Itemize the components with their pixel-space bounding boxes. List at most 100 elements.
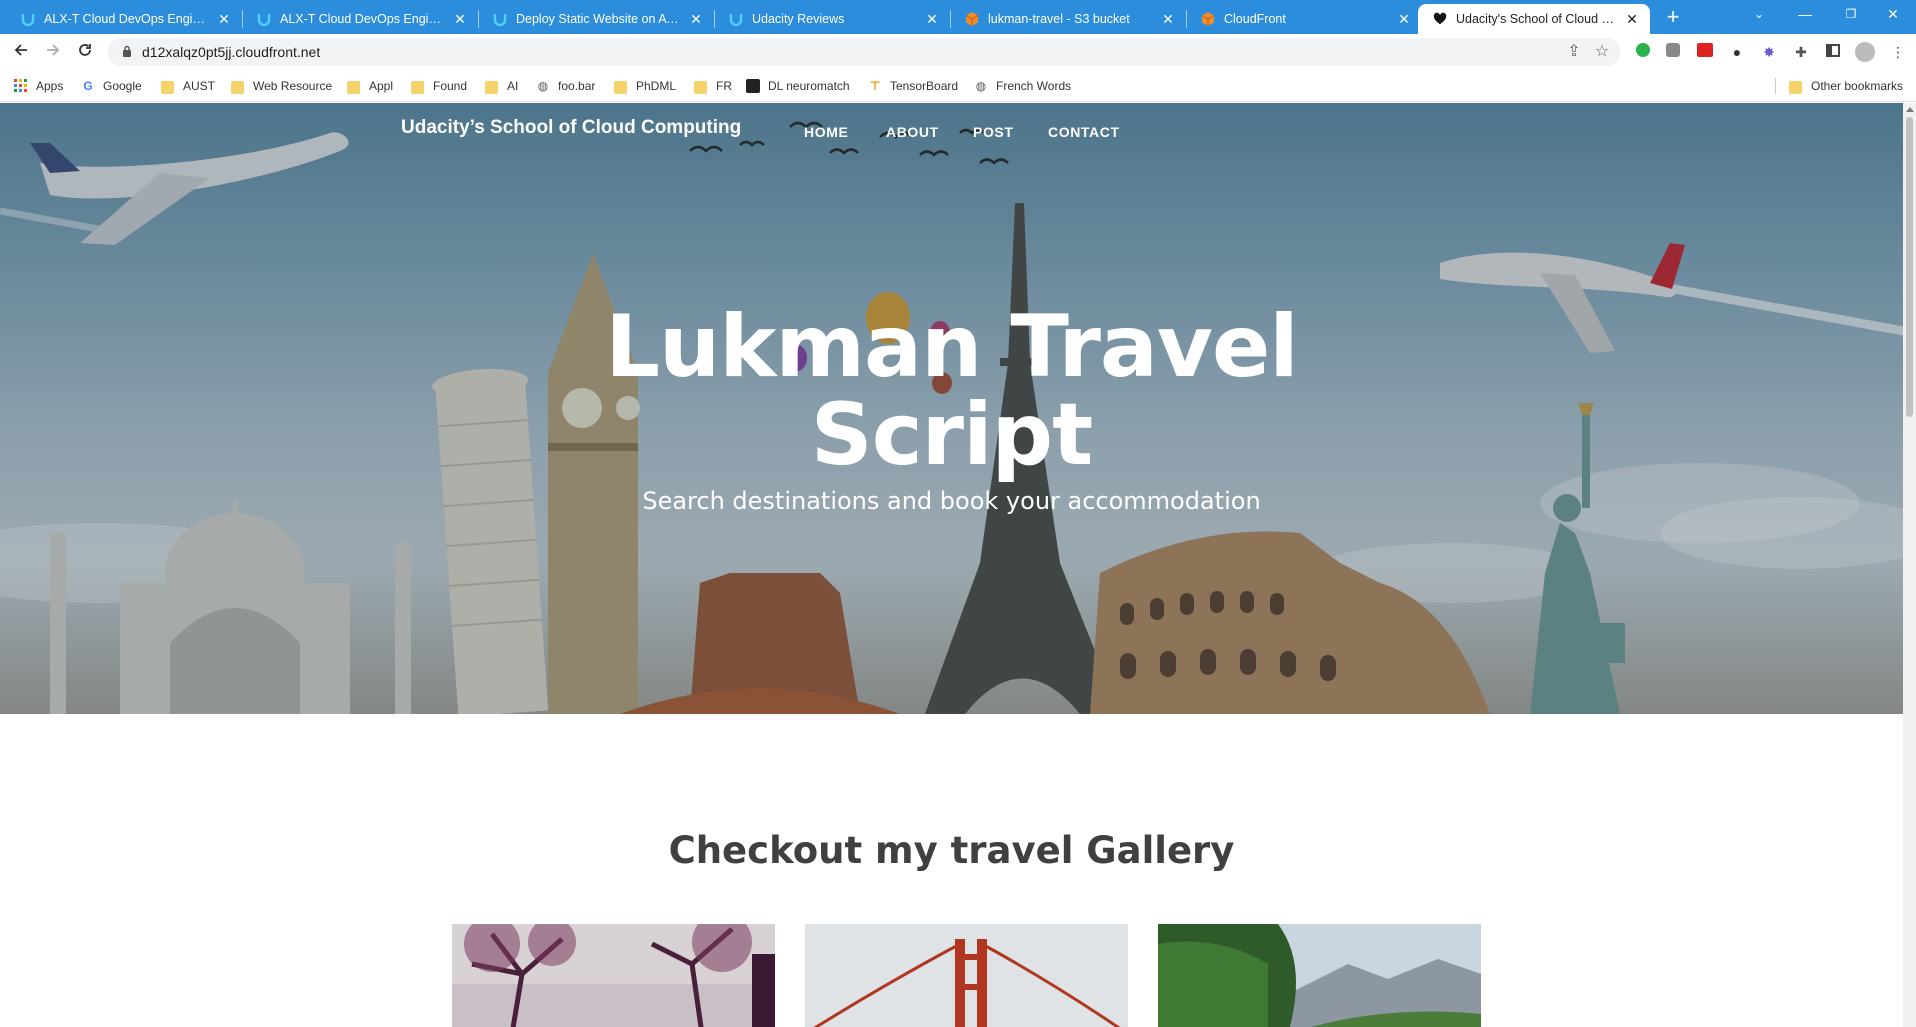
- bookmark-star-icon[interactable]: ☆: [1592, 42, 1612, 62]
- profile-avatar-icon[interactable]: [1855, 42, 1875, 62]
- url-text: d12xalqz0pt5jj.cloudfront.net: [142, 44, 321, 60]
- bookmark-dl-neuromatch[interactable]: DL neuromatch: [745, 77, 850, 95]
- nav-contact[interactable]: CONTACT: [1048, 124, 1120, 140]
- bookmark-label: PhDML: [636, 79, 677, 93]
- bookmark-label: FR: [716, 79, 732, 93]
- restore-button[interactable]: ❐: [1828, 0, 1874, 30]
- globe-icon: ◍: [537, 79, 549, 93]
- gallery-image-mountain[interactable]: [1158, 924, 1481, 1027]
- bookmark-label: French Words: [996, 79, 1072, 93]
- site-brand-link[interactable]: Udacity’s School of Cloud Computing: [401, 117, 741, 139]
- tab-title: Deploy Static Website on AWS -: [516, 12, 682, 26]
- other-bookmarks-label: Other bookmarks: [1811, 79, 1904, 93]
- folder-icon: [411, 80, 424, 94]
- bookmarks-bar: Apps G Google AUST Web Resource Appl Fou…: [0, 70, 1916, 102]
- tab-4[interactable]: Udacity Reviews ✕: [714, 4, 950, 34]
- close-icon[interactable]: ✕: [1396, 11, 1412, 28]
- scroll-up-arrow-icon[interactable]: [1906, 107, 1914, 112]
- tab-active[interactable]: Udacity's School of Cloud Comp ✕: [1418, 4, 1650, 34]
- tab-6[interactable]: CloudFront ✕: [1186, 4, 1422, 34]
- hero-section: Udacity’s School of Cloud Computing HOME…: [0, 103, 1903, 714]
- bookmark-google[interactable]: G Google: [80, 77, 141, 95]
- tab-3[interactable]: Deploy Static Website on AWS - ✕: [478, 4, 714, 34]
- tab-title: lukman-travel - S3 bucket: [988, 12, 1130, 26]
- bookmark-folder-web-resource[interactable]: Web Resource: [231, 77, 332, 95]
- scrollbar-thumb[interactable]: [1906, 117, 1913, 417]
- lock-icon: [123, 45, 131, 57]
- folder-icon: [485, 80, 498, 94]
- tensorboard-icon: ⊤: [869, 79, 881, 93]
- page-scrollbar[interactable]: [1903, 103, 1916, 1027]
- tab-strip: ALX-T Cloud DevOps Engineer - ✕ ALX-T Cl…: [0, 0, 1916, 34]
- minimize-button[interactable]: —: [1782, 0, 1828, 30]
- close-icon[interactable]: ✕: [1624, 11, 1640, 28]
- udacity-icon: [492, 11, 508, 27]
- asterisk-extension-icon[interactable]: ✸: [1759, 42, 1779, 62]
- hero-title: Lukman Travel Script: [0, 303, 1903, 479]
- other-bookmarks-folder[interactable]: Other bookmarks: [1789, 77, 1903, 95]
- gallery-image-bridge[interactable]: [805, 924, 1128, 1027]
- mountain-forest-photo: [1158, 924, 1481, 1027]
- share-icon[interactable]: ⇪: [1564, 42, 1584, 62]
- bookmark-folder-aust[interactable]: AUST: [161, 77, 215, 95]
- bookmark-folder-fr[interactable]: FR: [694, 77, 732, 95]
- address-bar[interactable]: d12xalqz0pt5jj.cloudfront.net ⇪ ☆: [108, 38, 1620, 66]
- browser-toolbar: d12xalqz0pt5jj.cloudfront.net ⇪ ☆ ● ✸ ✚ …: [0, 34, 1916, 70]
- grey-extension-icon[interactable]: [1663, 42, 1683, 62]
- folder-icon: [694, 80, 707, 94]
- nav-home[interactable]: HOME: [804, 124, 848, 140]
- page-viewport: Udacity’s School of Cloud Computing HOME…: [0, 103, 1903, 1027]
- close-icon[interactable]: ✕: [1160, 11, 1176, 28]
- tab-5[interactable]: lukman-travel - S3 bucket ✕: [950, 4, 1186, 34]
- bookmark-foobar[interactable]: ◍ foo.bar: [535, 77, 596, 95]
- nav-post[interactable]: POST: [973, 124, 1014, 140]
- arrow-left-icon: [14, 44, 27, 56]
- udacity-icon: [728, 11, 744, 27]
- aws-cube-icon: [964, 11, 980, 27]
- close-icon[interactable]: ✕: [452, 11, 468, 28]
- close-icon[interactable]: ✕: [216, 11, 232, 28]
- tab-2[interactable]: ALX-T Cloud DevOps Engineer - ✕: [242, 4, 478, 34]
- bookmark-french-words[interactable]: ◍ French Words: [973, 77, 1071, 95]
- nav-about[interactable]: ABOUT: [886, 124, 939, 140]
- udacity-icon: [20, 11, 36, 27]
- aws-cube-icon: [1200, 11, 1216, 27]
- side-panel-icon[interactable]: [1823, 42, 1843, 62]
- close-window-button[interactable]: ✕: [1870, 0, 1916, 30]
- bookmark-folder-ai[interactable]: AI: [485, 77, 518, 95]
- dark-extension-icon[interactable]: ●: [1727, 42, 1747, 62]
- bookmark-tensorboard[interactable]: ⊤ TensorBoard: [867, 77, 959, 95]
- bookmark-label: DL neuromatch: [768, 79, 850, 93]
- tab-title: ALX-T Cloud DevOps Engineer -: [280, 12, 446, 26]
- udacity-icon: [256, 11, 272, 27]
- apps-grid-icon: [13, 78, 29, 94]
- bookmark-folder-appl[interactable]: Appl: [347, 77, 393, 95]
- bookmark-apps[interactable]: Apps: [13, 77, 63, 95]
- red-extension-icon[interactable]: [1695, 42, 1715, 62]
- green-extension-icon[interactable]: [1633, 42, 1653, 62]
- hero-title-line-2: Script: [810, 385, 1093, 485]
- new-tab-button[interactable]: +: [1660, 5, 1686, 31]
- bookmark-label: TensorBoard: [890, 79, 959, 93]
- menu-kebab-icon[interactable]: ⋮: [1888, 42, 1908, 62]
- close-icon[interactable]: ✕: [688, 11, 704, 28]
- bookmark-folder-found[interactable]: Found: [411, 77, 467, 95]
- tab-search-icon[interactable]: ⌄: [1736, 0, 1782, 30]
- golden-gate-bridge-photo: [805, 924, 1128, 1027]
- reload-button[interactable]: [73, 40, 97, 64]
- gallery-image-tree[interactable]: [452, 924, 775, 1027]
- bookmark-folder-phdml[interactable]: PhDML: [614, 77, 676, 95]
- google-icon: G: [83, 79, 93, 93]
- hero-title-line-1: Lukman Travel: [605, 297, 1299, 397]
- tab-1[interactable]: ALX-T Cloud DevOps Engineer - ✕: [6, 4, 242, 34]
- close-icon[interactable]: ✕: [924, 11, 940, 28]
- back-button[interactable]: [9, 40, 33, 64]
- folder-icon: [161, 80, 174, 94]
- tab-title: ALX-T Cloud DevOps Engineer -: [44, 12, 210, 26]
- folder-icon: [347, 80, 360, 94]
- tab-title: Udacity Reviews: [752, 12, 845, 26]
- bookmark-label: Web Resource: [253, 79, 333, 93]
- puzzle-extensions-icon[interactable]: ✚: [1791, 42, 1811, 62]
- forward-button[interactable]: [41, 40, 65, 64]
- bookmark-label: Apps: [36, 79, 64, 93]
